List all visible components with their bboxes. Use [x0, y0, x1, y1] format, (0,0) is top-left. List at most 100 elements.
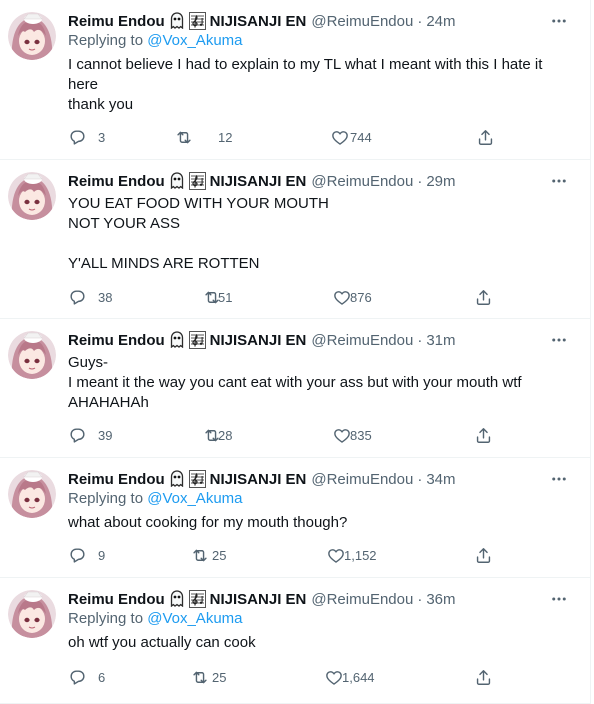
- retweet-count: 28: [218, 428, 233, 443]
- like-button[interactable]: 1,644: [324, 668, 375, 687]
- share-button[interactable]: [474, 426, 505, 445]
- tweet-text: oh wtf you actually can cook: [68, 633, 573, 653]
- like-button[interactable]: 1,152: [326, 546, 377, 565]
- share-button[interactable]: [474, 546, 505, 565]
- tweet-text-line: I cannot believe I had to explain to my …: [68, 56, 543, 73]
- author-handle[interactable]: @ReimuEndou: [311, 591, 413, 608]
- tweet[interactable]: Reimu Endou NIJISANJI EN @ReimuEndou · 34m Re…: [0, 458, 590, 578]
- tweet-header: Reimu Endou NIJISANJI EN @ReimuEndou · 36m: [68, 588, 456, 610]
- avatar[interactable]: [8, 470, 56, 518]
- tweet-text-line: I meant it the way you cant eat with you…: [68, 374, 522, 391]
- replying-to: Replying to @Vox_Akuma: [68, 490, 243, 507]
- reply-icon: [68, 288, 99, 307]
- tweet-header: Reimu Endou NIJISANJI EN @ReimuEndou · 24m: [68, 10, 456, 32]
- author-handle[interactable]: @ReimuEndou: [311, 13, 413, 30]
- tweet[interactable]: Reimu Endou NIJISANJI EN @ReimuEndou · 24m Re…: [0, 0, 590, 160]
- more-options-icon[interactable]: [550, 590, 568, 608]
- tweet-text-line: Y'ALL MINDS ARE ROTTEN: [68, 255, 260, 272]
- like-count: 744: [350, 130, 372, 145]
- reply-button[interactable]: 3: [68, 128, 105, 147]
- tweet-header: Reimu Endou NIJISANJI EN @ReimuEndou · 29m: [68, 170, 456, 192]
- retweet-count: 25: [212, 670, 227, 685]
- like-button[interactable]: 835: [332, 426, 372, 445]
- avatar[interactable]: [8, 172, 56, 220]
- more-options-icon[interactable]: [550, 331, 568, 349]
- share-button[interactable]: [476, 128, 507, 147]
- replying-to: Replying to @Vox_Akuma: [68, 32, 243, 49]
- tweet-timestamp[interactable]: 29m: [426, 173, 455, 190]
- ghost-emoji-icon: [170, 470, 184, 488]
- ghost-emoji-icon: [170, 590, 184, 608]
- more-options-icon[interactable]: [550, 470, 568, 488]
- reply-icon: [68, 128, 99, 147]
- tweet-text-line: oh wtf you actually can cook: [68, 634, 256, 651]
- tweet-timestamp[interactable]: 36m: [426, 591, 455, 608]
- avatar[interactable]: [8, 12, 56, 60]
- author-handle[interactable]: @ReimuEndou: [311, 173, 413, 190]
- author-org: NIJISANJI EN: [209, 590, 307, 608]
- author-name[interactable]: Reimu Endou: [68, 471, 165, 488]
- like-button[interactable]: 744: [330, 128, 372, 147]
- reply-mention-link[interactable]: @Vox_Akuma: [147, 610, 242, 627]
- author-name[interactable]: Reimu Endou: [68, 332, 165, 349]
- retweet-button[interactable]: 51: [202, 288, 234, 307]
- retweet-button[interactable]: 25: [190, 546, 226, 565]
- reply-mention-link[interactable]: @Vox_Akuma: [147, 490, 242, 507]
- retweet-button[interactable]: 28: [202, 426, 234, 445]
- separator-dot: ·: [417, 12, 423, 30]
- tweet-timestamp[interactable]: 24m: [426, 13, 455, 30]
- sheet-music-emoji-icon: [188, 12, 206, 30]
- author-name[interactable]: Reimu Endou: [68, 591, 165, 608]
- replying-to-label: Replying to: [68, 610, 144, 627]
- reply-button[interactable]: 9: [68, 546, 105, 565]
- author-org: NIJISANJI EN: [209, 12, 307, 30]
- tweet-text-line: AHAHAHAh: [68, 394, 149, 411]
- avatar[interactable]: [8, 590, 56, 638]
- reply-button[interactable]: 38: [68, 288, 112, 307]
- like-count: 876: [350, 290, 372, 305]
- reply-count: 9: [98, 548, 106, 563]
- reply-mention-link[interactable]: @Vox_Akuma: [147, 32, 242, 49]
- reply-button[interactable]: 39: [68, 426, 112, 445]
- author-handle[interactable]: @ReimuEndou: [311, 332, 413, 349]
- tweet[interactable]: Reimu Endou NIJISANJI EN @ReimuEndou · 36m Re…: [0, 578, 590, 704]
- tweet[interactable]: Reimu Endou NIJISANJI EN @ReimuEndou · 31m Gu…: [0, 319, 590, 458]
- tweet-actions: 3 12 744: [68, 128, 508, 148]
- like-count: 1,644: [342, 670, 375, 685]
- replying-to-label: Replying to: [68, 32, 144, 49]
- author-name[interactable]: Reimu Endou: [68, 173, 165, 190]
- reply-button[interactable]: 6: [68, 668, 105, 687]
- tweet[interactable]: Reimu Endou NIJISANJI EN @ReimuEndou · 29m YO…: [0, 160, 590, 319]
- share-icon: [474, 426, 505, 445]
- author-name[interactable]: Reimu Endou: [68, 13, 165, 30]
- retweet-button[interactable]: 25: [190, 668, 226, 687]
- retweet-icon: [174, 128, 206, 147]
- like-count: 1,152: [344, 548, 377, 563]
- tweet-timestamp[interactable]: 34m: [426, 471, 455, 488]
- tweet-actions: 9 25 1,152: [68, 546, 508, 566]
- tweet-actions: 6 25 1,644: [68, 668, 508, 688]
- author-org: NIJISANJI EN: [209, 331, 307, 349]
- like-button[interactable]: 876: [332, 288, 372, 307]
- retweet-button[interactable]: 12: [174, 128, 232, 147]
- separator-dot: ·: [417, 172, 423, 190]
- sheet-music-emoji-icon: [188, 331, 206, 349]
- more-options-icon[interactable]: [550, 172, 568, 190]
- share-button[interactable]: [474, 288, 505, 307]
- separator-dot: ·: [417, 590, 423, 608]
- tweet-text: what about cooking for my mouth though?: [68, 513, 573, 533]
- author-org: NIJISANJI EN: [209, 470, 307, 488]
- share-icon: [474, 668, 505, 687]
- retweet-count: 12: [218, 130, 233, 145]
- tweet-actions: 39 28 835: [68, 426, 508, 446]
- sheet-music-emoji-icon: [188, 172, 206, 190]
- retweet-count: 51: [218, 290, 233, 305]
- share-button[interactable]: [474, 668, 505, 687]
- tweet-timestamp[interactable]: 31m: [426, 332, 455, 349]
- avatar[interactable]: [8, 331, 56, 379]
- tweet-text: Guys- I meant it the way you cant eat wit…: [68, 353, 573, 413]
- share-icon: [474, 288, 505, 307]
- author-handle[interactable]: @ReimuEndou: [311, 471, 413, 488]
- more-options-icon[interactable]: [550, 12, 568, 30]
- tweet-header: Reimu Endou NIJISANJI EN @ReimuEndou · 34m: [68, 468, 456, 490]
